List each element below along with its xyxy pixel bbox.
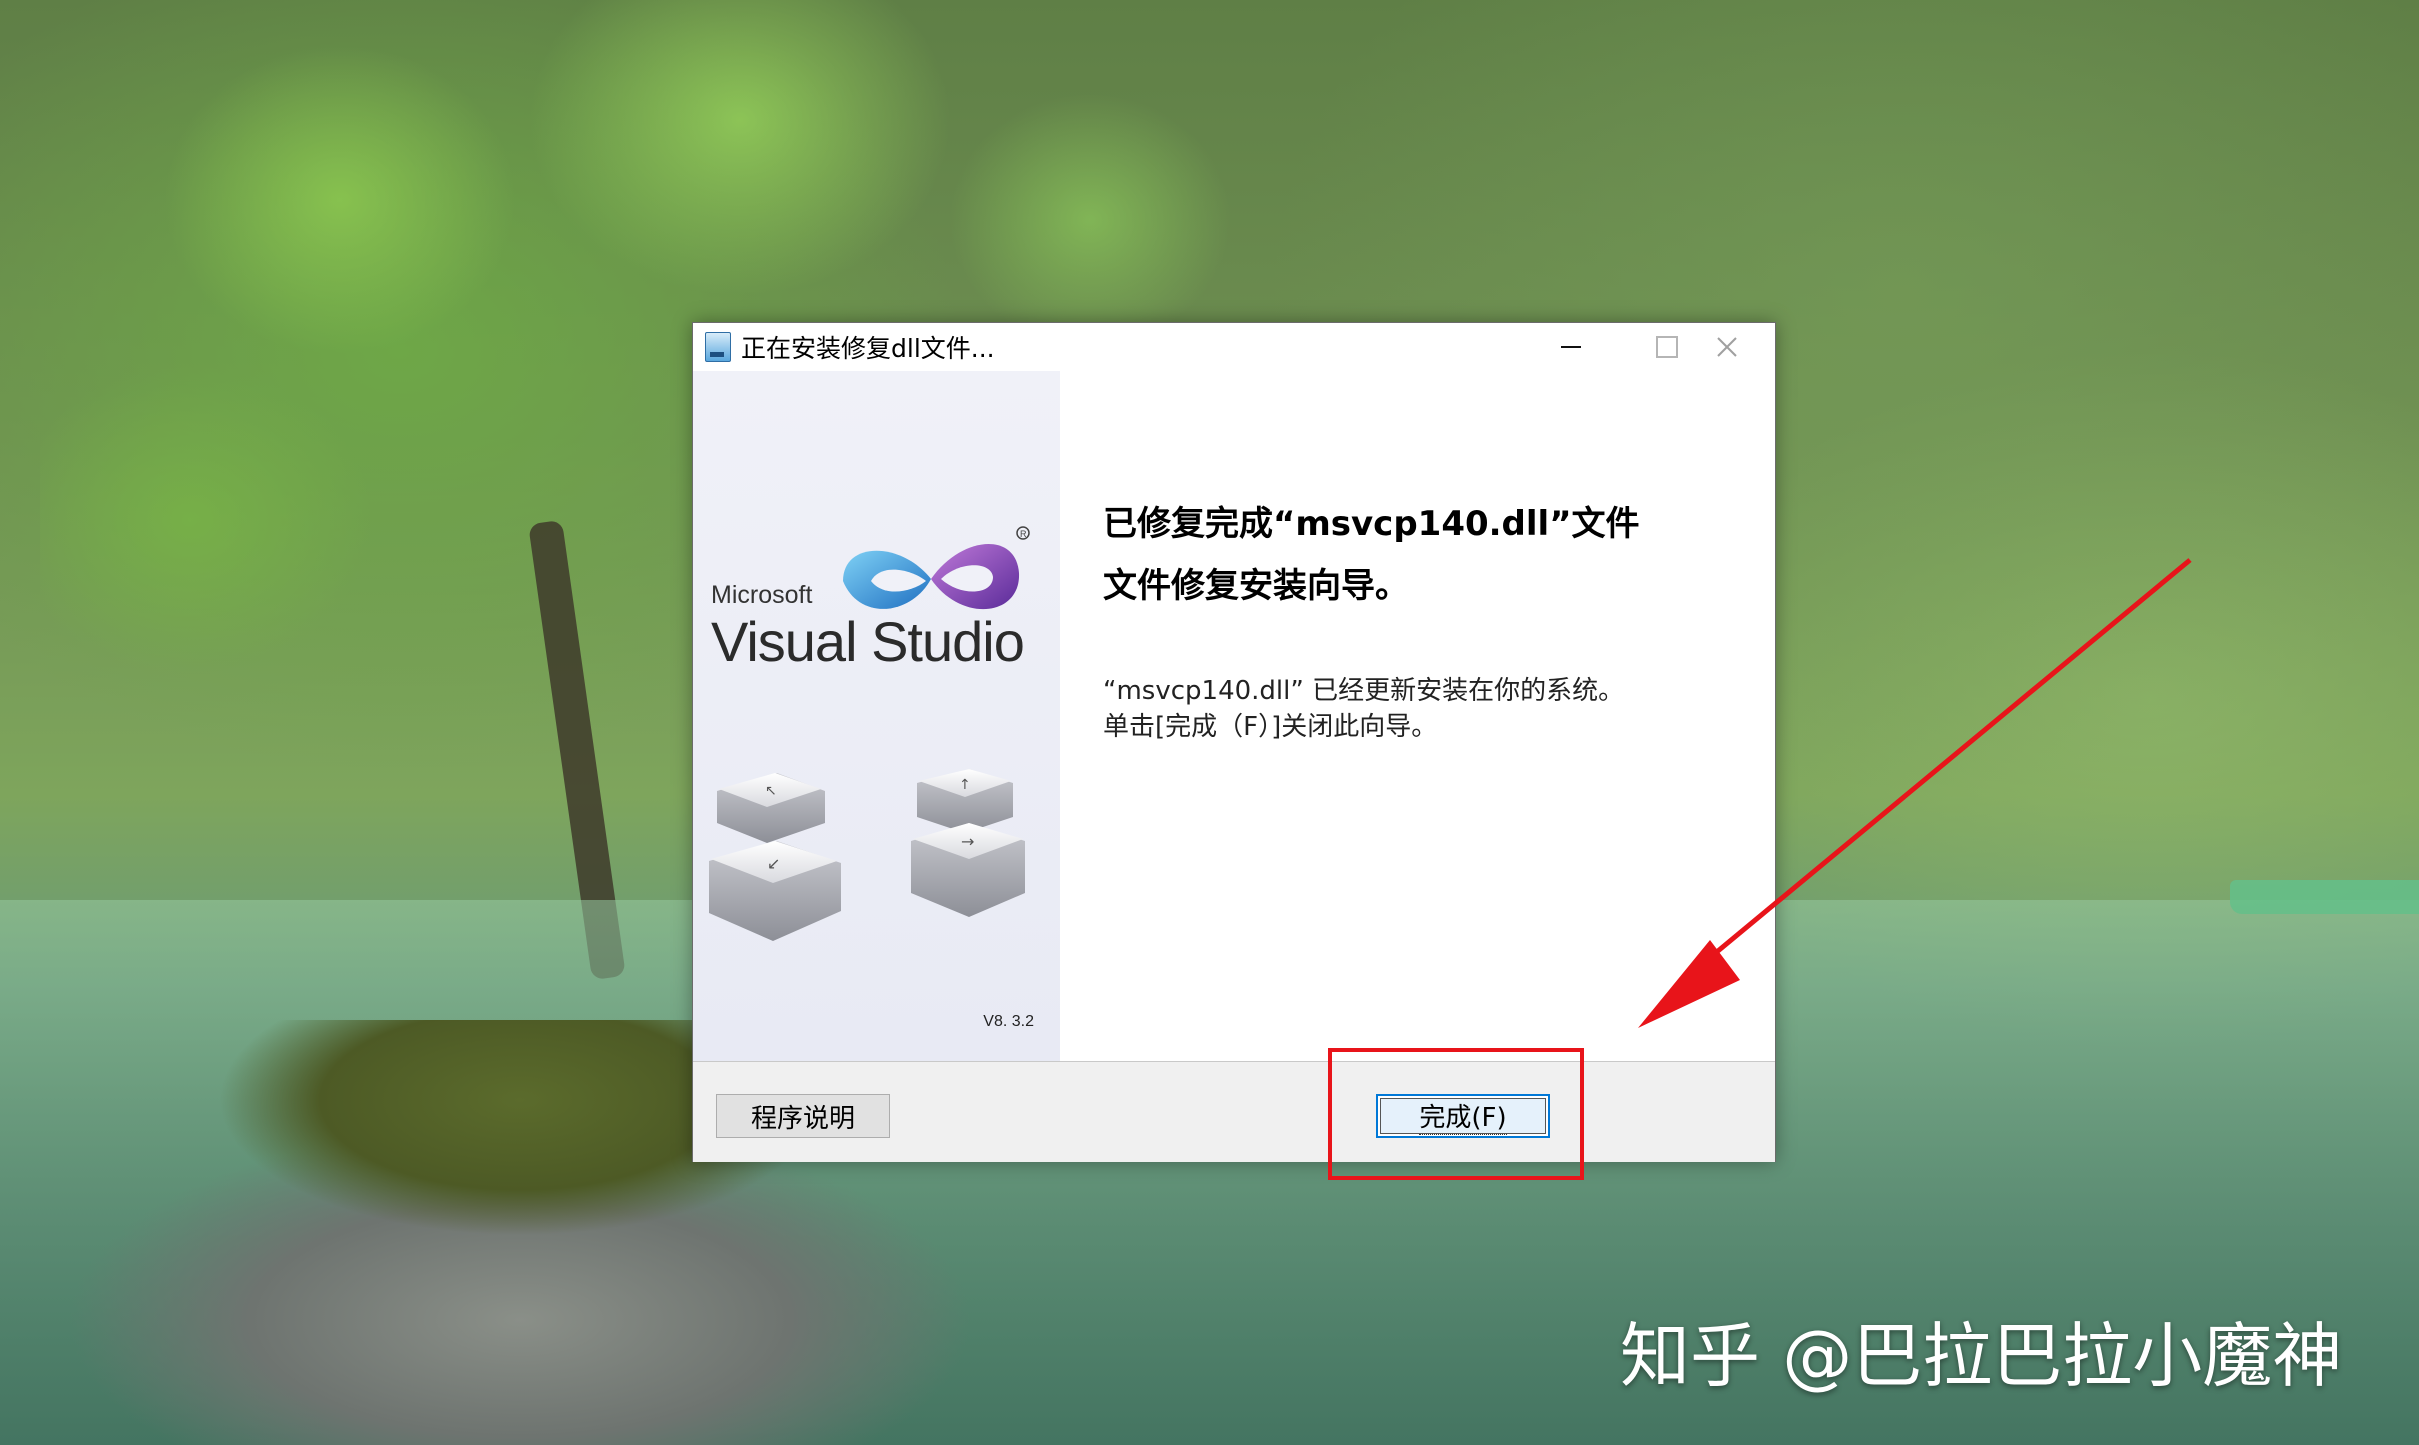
key-right: → — [911, 823, 1025, 917]
minimize-icon — [1561, 346, 1581, 348]
svg-text:↖: ↖ — [765, 783, 777, 799]
close-icon — [1717, 337, 1737, 357]
arrow-keys-graphic: ↖ ↙ ↑ → — [709, 769, 1025, 941]
highlight-annotation — [1328, 1048, 1584, 1180]
side-panel: R Microsoft Visual Studio ↖ ↙ ↑ → V8. 3.… — [693, 371, 1060, 1061]
close-button[interactable] — [1679, 323, 1775, 371]
visual-studio-logo: R Microsoft Visual Studio — [711, 521, 1051, 701]
svg-text:↙: ↙ — [767, 854, 780, 873]
watermark-text: 知乎 @巴拉巴拉小魔神 — [1620, 1315, 2343, 1397]
minimize-button[interactable] — [1523, 323, 1619, 371]
key-down-left: ↙ — [709, 841, 841, 941]
red-arrow-annotation — [1638, 558, 2192, 1028]
button-bar: 程序说明 完成(F) — [693, 1061, 1775, 1162]
svg-text:↑: ↑ — [959, 777, 971, 793]
brand-microsoft-label: Microsoft — [711, 581, 813, 609]
window-title: 正在安装修复dll文件... — [741, 334, 995, 363]
svg-text:→: → — [961, 832, 974, 851]
installer-icon — [705, 332, 731, 362]
maximize-icon — [1656, 336, 1678, 358]
svg-text:R: R — [1020, 529, 1027, 539]
key-up-left: ↖ — [717, 773, 825, 843]
title-bar[interactable]: 正在安装修复dll文件... — [693, 323, 1775, 371]
brand-visual-studio-label: Visual Studio — [711, 610, 1025, 673]
background-boat — [2230, 880, 2419, 914]
key-up-right: ↑ — [917, 769, 1013, 833]
help-button[interactable]: 程序说明 — [716, 1094, 890, 1138]
version-label: V8. 3.2 — [983, 1013, 1034, 1030]
